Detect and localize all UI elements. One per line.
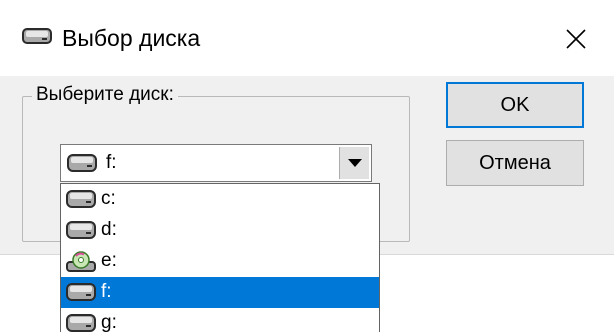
drive-icon — [67, 154, 97, 177]
list-item-d[interactable]: d: — [61, 215, 379, 246]
drive-combobox[interactable]: f: — [60, 144, 372, 182]
drive-icon — [66, 282, 96, 307]
dropdown-arrow-button[interactable] — [339, 147, 369, 179]
cd-drive-icon — [66, 251, 96, 278]
list-item-label: e: — [101, 250, 117, 271]
close-button[interactable] — [544, 0, 614, 76]
list-item-e[interactable]: e: — [61, 246, 379, 277]
list-item-g[interactable]: g: — [61, 308, 379, 332]
combobox-value: f: — [106, 152, 117, 173]
window-title: Выбор диска — [62, 25, 201, 51]
list-item-c[interactable]: c: — [61, 184, 379, 215]
list-item-label: c: — [101, 188, 116, 209]
list-item-label: f: — [101, 281, 112, 302]
drive-icon — [66, 189, 96, 214]
ok-button[interactable]: OK — [446, 82, 584, 128]
chevron-down-icon — [348, 159, 362, 167]
group-legend: Выберите диск: — [32, 84, 178, 106]
list-item-label: d: — [101, 219, 117, 240]
drive-icon — [66, 313, 96, 332]
cancel-button[interactable]: Отмена — [446, 140, 584, 186]
drive-icon — [66, 220, 96, 245]
drive-icon — [22, 28, 52, 49]
close-icon — [566, 29, 586, 49]
drive-dropdown-list: c: d: e: f: g: — [60, 183, 380, 332]
list-item-label: g: — [101, 312, 117, 332]
list-item-f[interactable]: f: — [61, 277, 379, 308]
title-bar: Выбор диска — [0, 0, 614, 76]
